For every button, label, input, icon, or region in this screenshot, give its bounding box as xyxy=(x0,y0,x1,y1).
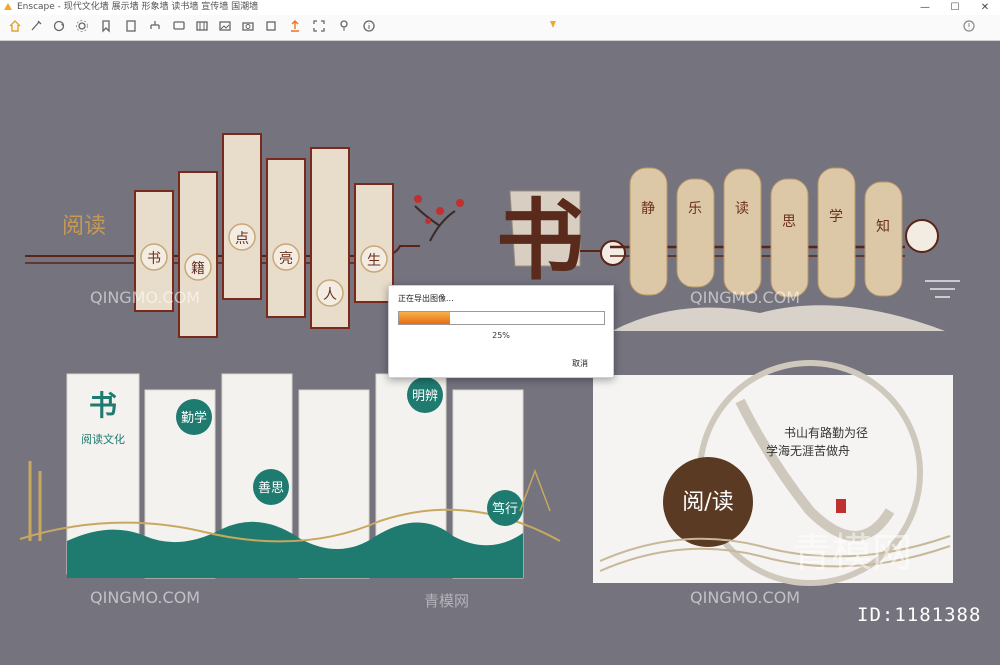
help-icon[interactable] xyxy=(546,19,560,33)
minimize-button[interactable]: — xyxy=(910,0,940,15)
panel-char: 亮 xyxy=(279,250,293,267)
panel-badge: 善思 xyxy=(258,480,284,496)
info-icon[interactable] xyxy=(362,19,376,33)
scroll-char: 读 xyxy=(735,200,749,217)
square-icon[interactable] xyxy=(264,19,278,33)
watermark-chinese: 青模网 xyxy=(424,592,470,610)
sync-icon[interactable] xyxy=(52,19,66,33)
hierarchy-icon[interactable] xyxy=(148,19,162,33)
image-icon[interactable] xyxy=(218,19,232,33)
close-button[interactable]: ✕ xyxy=(970,0,1000,15)
bookmark-icon[interactable] xyxy=(99,19,113,33)
bottom-left-wall: 书 阅读文化 勤学 善思 明辨 笃行 xyxy=(19,373,561,579)
panel-char: 籍 xyxy=(191,260,205,277)
watermark: QINGMO.COM xyxy=(90,588,201,607)
progress-bar xyxy=(398,311,605,325)
watermark: QINGMO.COM xyxy=(690,288,801,307)
scroll-char: 学 xyxy=(829,209,843,225)
top-left-title: 阅读 xyxy=(62,214,106,239)
panel-badge: 明辨 xyxy=(412,389,438,404)
panel-badge: 笃行 xyxy=(492,501,518,517)
scroll-char: 知 xyxy=(876,218,890,235)
brush-icon[interactable] xyxy=(29,19,43,33)
watermark-large: 青模网 xyxy=(792,530,912,576)
panel-char: 书 xyxy=(89,389,117,422)
panel-badge: 勤学 xyxy=(181,410,207,426)
film-icon[interactable] xyxy=(195,19,209,33)
window-title: Enscape - 现代文化墙 展示墙 形象墙 读书墙 宣传墙 国潮墙 xyxy=(17,2,259,12)
panel-char: 书 xyxy=(147,251,161,267)
calligraphy-char: 书 xyxy=(496,188,584,292)
export-icon[interactable] xyxy=(288,19,302,33)
menu-icon[interactable] xyxy=(962,19,976,33)
export-progress-dialog: 正在导出图像... 25% 取消 xyxy=(388,285,614,378)
watermark: QINGMO.COM xyxy=(690,588,801,607)
maximize-button[interactable]: ☐ xyxy=(940,0,970,15)
motto-line-1: 书山有路勤为径 xyxy=(784,425,868,440)
chat-icon[interactable] xyxy=(172,19,186,33)
scroll-char: 思 xyxy=(782,214,796,230)
cancel-button[interactable]: 取消 xyxy=(572,358,588,369)
scroll-char: 静 xyxy=(641,201,655,217)
settings-icon[interactable] xyxy=(75,19,89,33)
home-icon[interactable] xyxy=(8,19,22,33)
watermark: QINGMO.COM xyxy=(90,288,201,307)
enscape-logo-icon xyxy=(4,3,12,10)
asset-id-label: ID:1181388 xyxy=(857,604,982,626)
motto-line-2: 学海无涯苦做舟 xyxy=(766,443,850,458)
document-icon[interactable] xyxy=(124,19,138,33)
camera-icon[interactable] xyxy=(241,19,255,33)
progress-fill xyxy=(399,312,451,324)
panel-char: 人 xyxy=(323,287,337,303)
pin-icon[interactable] xyxy=(337,19,351,33)
progress-percent: 25% xyxy=(492,331,510,340)
frame-icon[interactable] xyxy=(312,19,326,33)
export-message: 正在导出图像... xyxy=(398,294,454,303)
panel-char: 生 xyxy=(367,253,381,269)
toolbar xyxy=(0,15,1000,41)
reading-badge: 阅/读 xyxy=(682,490,733,515)
panel-title: 阅读文化 xyxy=(81,432,125,446)
scroll-char: 乐 xyxy=(688,201,702,217)
title-bar: Enscape - 现代文化墙 展示墙 形象墙 读书墙 宣传墙 国潮墙 — ☐ … xyxy=(0,0,1000,16)
panel-char: 点 xyxy=(235,231,249,247)
